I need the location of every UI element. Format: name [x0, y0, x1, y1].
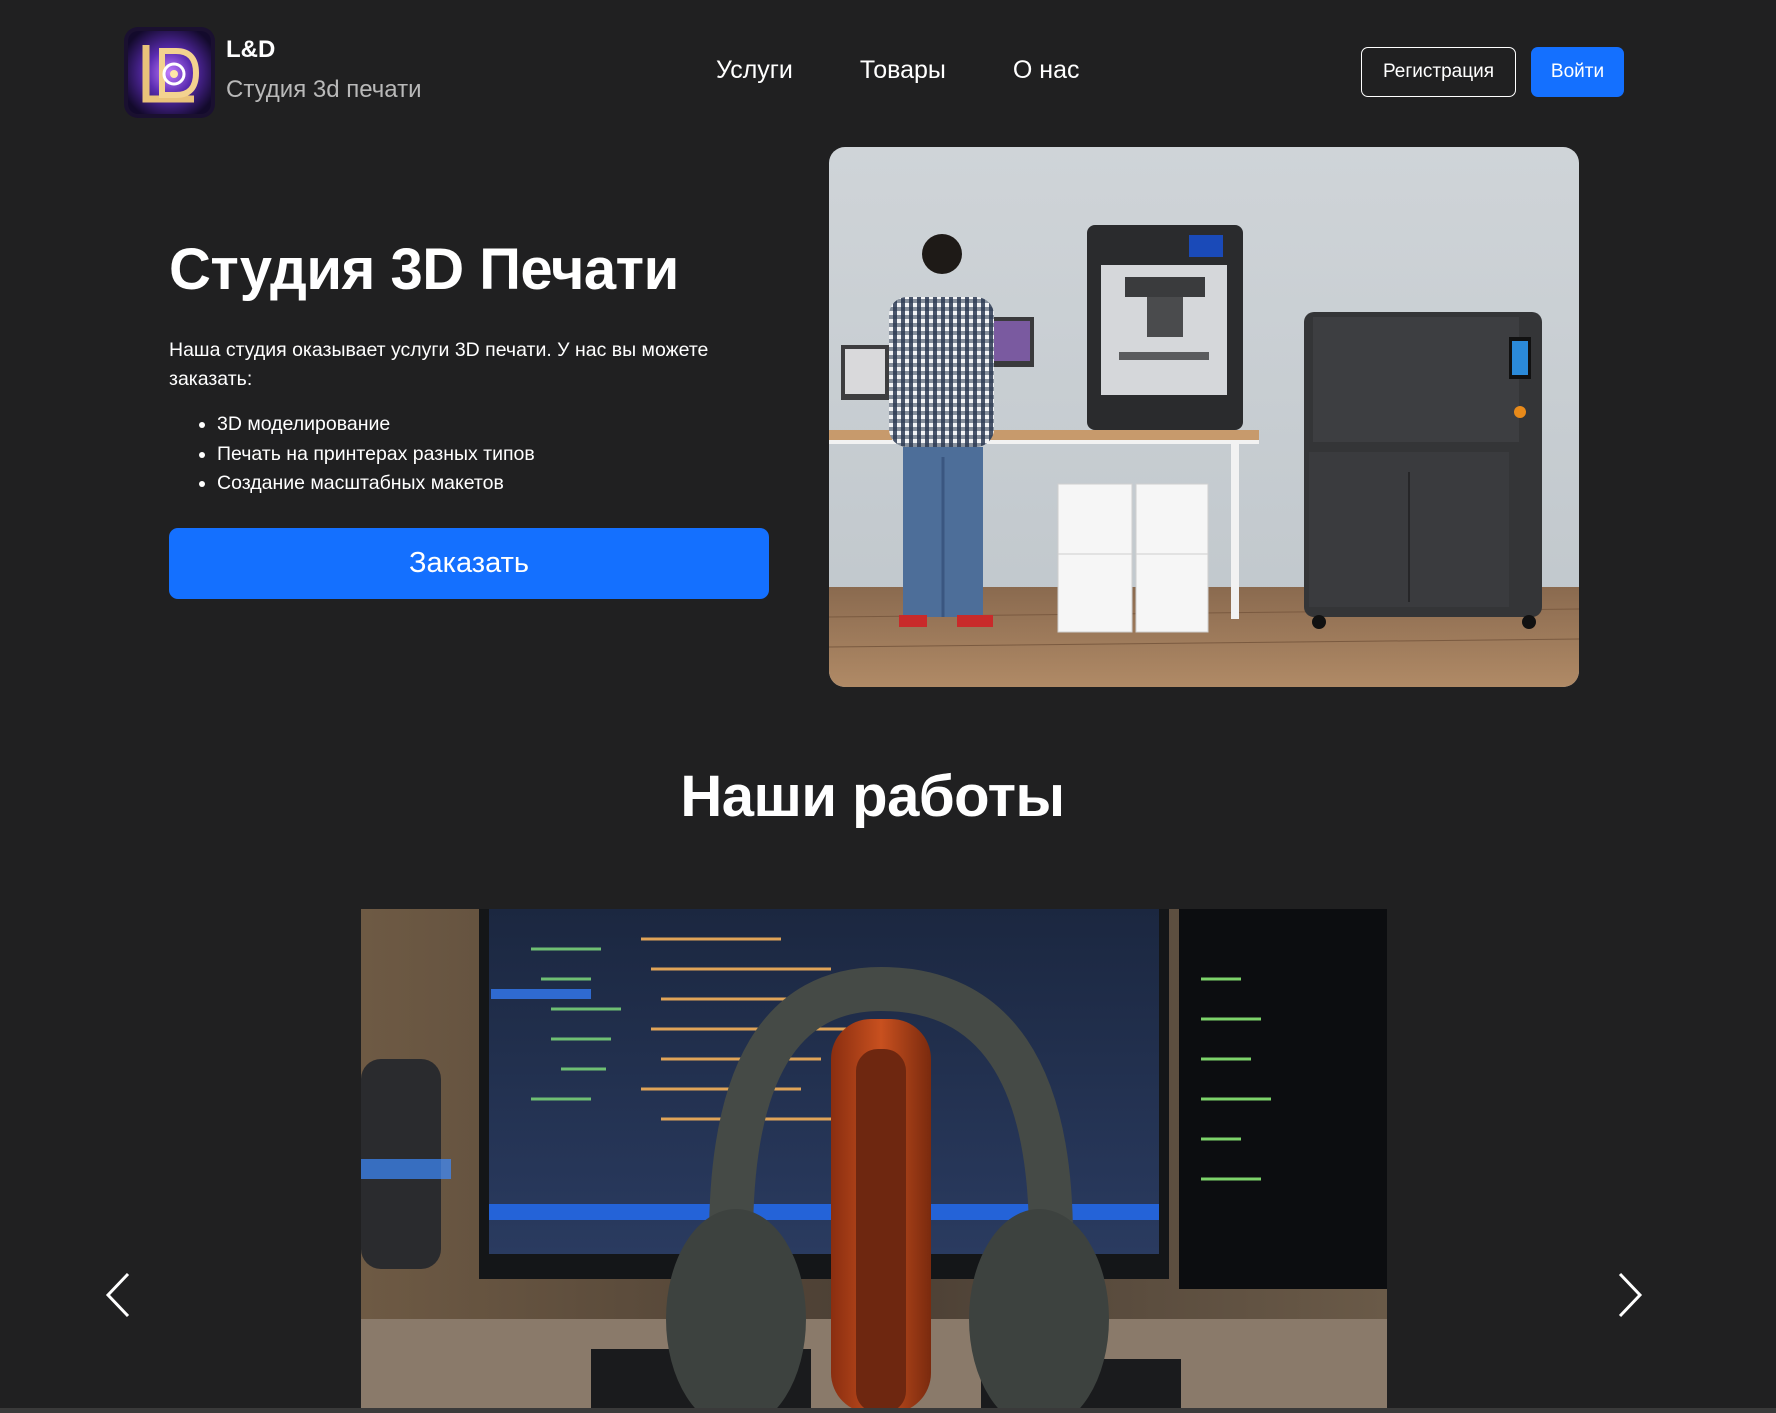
service-item: Печать на принтерах разных типов: [217, 440, 535, 470]
works-slide-photo: [361, 909, 1387, 1413]
order-button[interactable]: Заказать: [169, 528, 769, 599]
main-nav: Услуги Товары О нас: [716, 56, 1080, 85]
brand-logo-icon[interactable]: [124, 27, 215, 118]
works-title: Наши работы: [680, 764, 1065, 829]
nav-link-products[interactable]: Товары: [860, 56, 946, 85]
carousel-next-button[interactable]: [1610, 1270, 1646, 1320]
bottom-divider: [0, 1408, 1776, 1413]
hero-description: Наша студия оказывает услуги 3D печати. …: [169, 339, 709, 390]
carousel-prev-button[interactable]: [102, 1270, 138, 1320]
chevron-left-icon: [105, 1272, 130, 1318]
hero-title: Студия 3D Печати: [169, 237, 679, 302]
chevron-right-icon: [1618, 1272, 1643, 1318]
register-button[interactable]: Регистрация: [1361, 47, 1516, 97]
nav-link-services[interactable]: Услуги: [716, 56, 793, 85]
service-item: 3D моделирование: [217, 410, 535, 440]
studio-printers-photo: [829, 147, 1579, 687]
services-list: 3D моделирование Печать на принтерах раз…: [217, 410, 535, 499]
page: L&D Студия 3d печати Услуги Товары О нас…: [0, 0, 1776, 1413]
service-item: Создание масштабных макетов: [217, 469, 535, 499]
brand-name: L&D: [226, 36, 276, 63]
brand-subtitle: Студия 3d печати: [226, 76, 422, 103]
login-button[interactable]: Войти: [1531, 47, 1624, 97]
nav-link-about[interactable]: О нас: [1013, 56, 1080, 85]
